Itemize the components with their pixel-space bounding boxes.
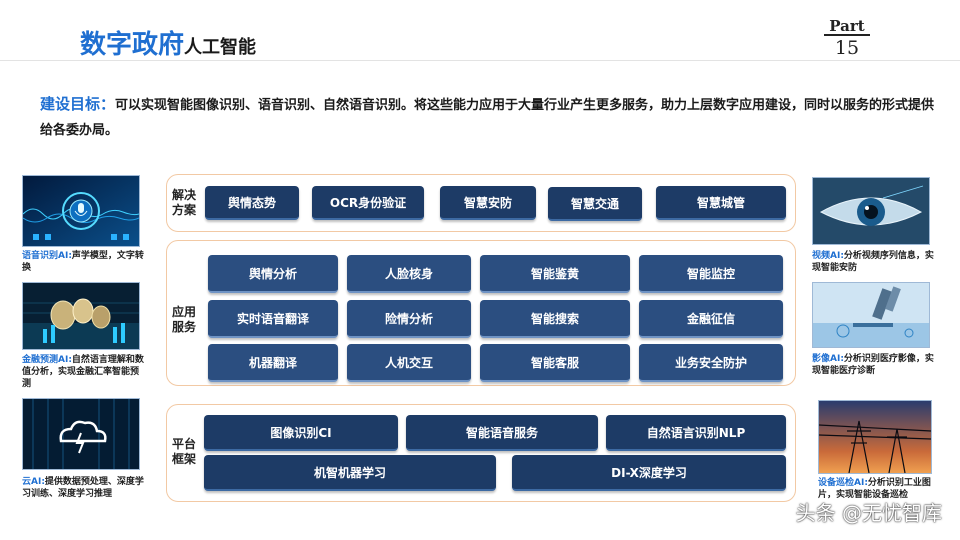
solutions-label: 解决方案 — [172, 188, 197, 217]
platform-box-1[interactable]: 图像识别CI — [204, 415, 398, 451]
imaging-ai-caption: 影像AI:分析识别医疗影像，实现智能医疗诊断 — [812, 354, 934, 376]
power-tower-icon — [819, 401, 931, 473]
inspection-ai-image — [818, 400, 932, 474]
imaging-ai-image — [812, 282, 930, 348]
platform-box-5[interactable]: DI-X深度学习 — [512, 455, 786, 491]
part-label: Part — [824, 18, 870, 36]
cloud-ai-caption: 云AI:提供数据预处理、深度学习训练、深度学习推理 — [22, 477, 144, 499]
microscope-icon — [813, 283, 929, 347]
service-box-12[interactable]: 业务安全防护 — [639, 344, 783, 382]
page-title: 数字政府人工智能 — [80, 24, 256, 61]
part-badge: Part 15 — [824, 18, 870, 60]
page-title-sub: 人工智能 — [184, 37, 257, 58]
eye-icon — [813, 178, 929, 244]
part-number: 15 — [834, 37, 860, 59]
service-box-7[interactable]: 智能搜索 — [480, 300, 630, 338]
service-box-8[interactable]: 金融征信 — [639, 300, 783, 338]
goal-label: 建设目标： — [40, 95, 116, 113]
voice-ai-image — [22, 175, 140, 247]
platform-box-3[interactable]: 自然语言识别NLP — [606, 415, 786, 451]
cloud-icon — [23, 399, 139, 469]
microphone-icon — [23, 176, 139, 246]
service-box-4[interactable]: 智能监控 — [639, 255, 783, 293]
finance-ai-caption: 金融预测AI:自然语言理解和数值分析，实现金融汇率智能预测 — [22, 355, 144, 389]
solution-box-3[interactable]: 智慧安防 — [440, 186, 536, 220]
service-box-11[interactable]: 智能客服 — [480, 344, 630, 382]
service-box-5[interactable]: 实时语音翻译 — [208, 300, 338, 338]
service-box-10[interactable]: 人机交互 — [347, 344, 471, 382]
video-ai-caption: 视频AI:分析视频序列信息，实现智能安防 — [812, 251, 934, 273]
solution-box-1[interactable]: 舆情态势 — [205, 186, 299, 220]
service-box-3[interactable]: 智能鉴黄 — [480, 255, 630, 293]
header-divider — [0, 60, 960, 61]
watermark: 头条 @无忧智库 — [795, 501, 942, 525]
finance-ai-image — [22, 282, 140, 350]
video-ai-image — [812, 177, 930, 245]
page-title-main: 数字政府 — [80, 30, 185, 60]
solution-box-2[interactable]: OCR身份验证 — [312, 186, 424, 220]
service-box-6[interactable]: 险情分析 — [347, 300, 471, 338]
cloud-ai-image — [22, 398, 140, 470]
solution-box-4[interactable]: 智慧交通 — [548, 187, 642, 221]
service-box-2[interactable]: 人脸核身 — [347, 255, 471, 293]
voice-ai-caption: 语音识别AI:声学模型，文字转换 — [22, 251, 144, 273]
service-box-1[interactable]: 舆情分析 — [208, 255, 338, 293]
platform-box-4[interactable]: 机智机器学习 — [204, 455, 496, 491]
coins-icon — [23, 283, 139, 349]
goal-paragraph: 建设目标：可以实现智能图像识别、语音识别、自然语音识别。将这些能力应用于大量行业… — [40, 92, 945, 143]
service-box-9[interactable]: 机器翻译 — [208, 344, 338, 382]
platform-label: 平台框架 — [172, 437, 197, 466]
goal-text: 可以实现智能图像识别、语音识别、自然语音识别。将这些能力应用于大量行业产生更多服… — [40, 98, 935, 138]
platform-box-2[interactable]: 智能语音服务 — [406, 415, 598, 451]
services-label: 应用服务 — [172, 305, 197, 334]
solution-box-5[interactable]: 智慧城管 — [656, 186, 786, 220]
